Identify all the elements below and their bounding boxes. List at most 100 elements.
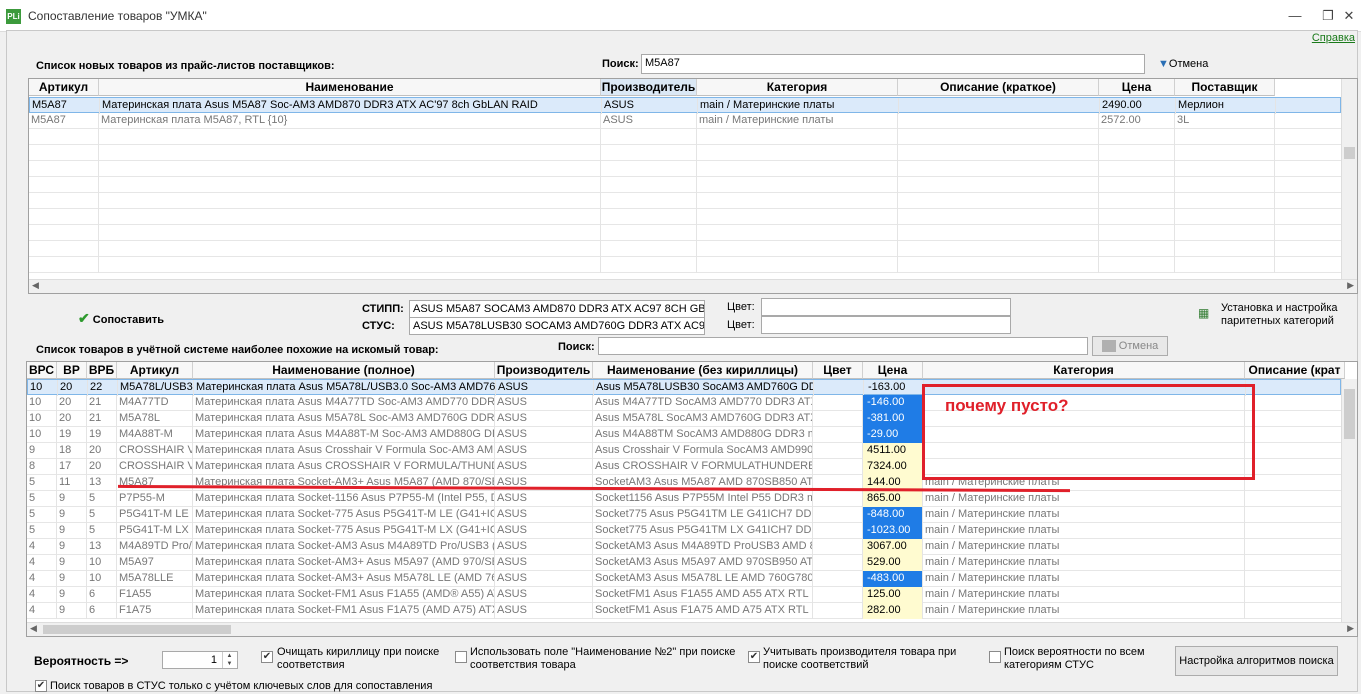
table-row[interactable] xyxy=(29,257,1341,273)
table-row[interactable] xyxy=(29,209,1341,225)
table-cell xyxy=(697,161,898,177)
bottom-cancel-button[interactable]: Отмена xyxy=(1092,336,1168,356)
table-row[interactable]: 4 9 13 M4A89TD Pro/U Материнская плата Socke… xyxy=(27,539,1345,555)
table-cell xyxy=(1175,161,1275,177)
scroll-right-icon[interactable]: ▶ xyxy=(1347,623,1354,634)
match-button[interactable]: ✔ Сопоставить xyxy=(78,310,164,327)
similar-items-hscroll-thumb[interactable] xyxy=(43,625,231,634)
column-header[interactable]: Поставщик xyxy=(1175,79,1275,96)
table-cell xyxy=(601,177,697,193)
table-cell: Asus M5A78LUSB30 SocAM3 AMD760G DDR3 xyxy=(594,380,814,396)
table-row[interactable] xyxy=(29,177,1341,193)
table-row[interactable] xyxy=(29,193,1341,209)
table-cell: 9 xyxy=(57,571,87,587)
table-cell: 17 xyxy=(57,459,87,475)
table-cell: P5G41T-M LE xyxy=(117,507,193,523)
table-row[interactable] xyxy=(29,225,1341,241)
price-cell: -381.00 xyxy=(863,411,923,427)
table-cell xyxy=(601,209,697,225)
table-cell: M5A78LLE xyxy=(117,571,193,587)
use-name2-checkbox[interactable] xyxy=(455,651,467,663)
stipp-field[interactable]: ASUS M5A87 SOCAM3 AMD870 DDR3 ATX AC97 8… xyxy=(409,300,705,318)
column-header[interactable]: Наименование xyxy=(99,79,601,96)
column-header[interactable]: Производитель xyxy=(601,79,697,96)
spinner-arrows-icon[interactable]: ▲ ▼ xyxy=(222,652,236,668)
table-row[interactable]: M5A87 Материнская плата Asus M5A87 Soc-AM… xyxy=(29,97,1341,114)
column-header[interactable]: ВРБ xyxy=(87,362,117,379)
keywords-only-checkbox[interactable]: ✔ xyxy=(35,680,47,692)
price-cell: -29.00 xyxy=(863,427,923,443)
new-items-vscroll[interactable] xyxy=(1341,79,1357,279)
similar-items-vscroll-thumb[interactable] xyxy=(1344,389,1355,439)
top-cancel-button[interactable]: ▼Отмена xyxy=(1158,58,1208,70)
close-button[interactable]: ✕ xyxy=(1334,6,1361,26)
table-cell: CROSSHAIR V F xyxy=(117,459,193,475)
column-header[interactable]: Артикул xyxy=(117,362,193,379)
table-cell xyxy=(697,225,898,241)
top-search-input[interactable]: M5A87 xyxy=(641,54,1145,74)
color-field-1[interactable] xyxy=(761,298,1011,316)
table-cell xyxy=(813,507,863,523)
column-header[interactable]: ВРС xyxy=(27,362,57,379)
table-cell: 5 xyxy=(27,475,57,491)
scroll-left-icon[interactable]: ◀ xyxy=(32,280,39,291)
column-header[interactable]: Описание (краткое) xyxy=(898,79,1099,96)
table-row[interactable]: 4 9 6 F1A55 Материнская плата Socket-FM1 Asu… xyxy=(27,587,1345,603)
table-cell xyxy=(29,241,99,257)
color-field-2[interactable] xyxy=(761,316,1011,334)
table-cell xyxy=(813,491,863,507)
column-header[interactable]: ВР xyxy=(57,362,87,379)
table-cell: SocketAM3 Asus M5A97 AMD 970SB950 ATX F xyxy=(593,555,813,571)
similar-items-vscroll[interactable] xyxy=(1341,379,1357,622)
table-cell xyxy=(29,161,99,177)
table-row[interactable] xyxy=(29,161,1341,177)
table-cell: ASUS xyxy=(495,443,593,459)
table-cell: Материнская плата Socket-775 Asus P5G41T… xyxy=(193,523,495,539)
table-row[interactable]: 5 9 5 P5G41T-M LE Материнская плата Socket-7… xyxy=(27,507,1345,523)
table-cell: Материнская плата Asus Crosshair V Formu… xyxy=(193,443,495,459)
column-header[interactable]: Цена xyxy=(1099,79,1175,96)
column-header[interactable]: Описание (крат xyxy=(1245,362,1345,379)
table-cell: ASUS xyxy=(495,555,593,571)
column-header[interactable]: Наименование (без кириллицы) xyxy=(593,362,813,379)
table-row[interactable] xyxy=(29,145,1341,161)
similar-items-hscroll[interactable]: ◀ ▶ xyxy=(27,622,1357,636)
price-cell: 282.00 xyxy=(863,603,923,619)
table-cell xyxy=(1245,443,1345,459)
new-items-grid[interactable]: Артикул Наименование Производитель Категори… xyxy=(28,78,1358,294)
table-row[interactable]: 5 9 5 P5G41T-M LX Материнская плата Socket-7… xyxy=(27,523,1345,539)
table-cell: Asus M5A78L SocAM3 AMD760G DDR3 ATX A xyxy=(593,411,813,427)
minimize-button[interactable]: — xyxy=(1280,6,1310,26)
table-cell: ASUS xyxy=(495,507,593,523)
table-row[interactable]: 4 9 10 M5A97 Материнская плата Socket-AM3+ A… xyxy=(27,555,1345,571)
column-header[interactable]: Артикул xyxy=(29,79,99,96)
column-header[interactable]: Категория xyxy=(697,79,898,96)
help-link[interactable]: Справка xyxy=(1312,32,1355,44)
table-row[interactable]: M5A87 Материнская плата M5A87, RTL {10} AS… xyxy=(29,113,1341,129)
table-row[interactable] xyxy=(29,129,1341,145)
new-items-vscroll-thumb[interactable] xyxy=(1344,147,1355,159)
column-header[interactable]: Наименование (полное) xyxy=(193,362,495,379)
table-row[interactable]: 4 9 6 F1A75 Материнская плата Socket-FM1 Asu… xyxy=(27,603,1345,619)
column-header[interactable]: Производитель xyxy=(495,362,593,379)
table-cell: Socket775 Asus P5G41TM LE G41ICH7 DDR3 m xyxy=(593,507,813,523)
column-header[interactable]: Цена xyxy=(863,362,923,379)
column-header[interactable]: Категория xyxy=(923,362,1245,379)
table-cell: 5 xyxy=(27,491,57,507)
stus-field[interactable]: ASUS M5A78LUSB30 SOCAM3 AMD760G DDR3 ATX… xyxy=(409,317,705,335)
table-row[interactable]: 5 9 5 P7P55-M Материнская плата Socket-1156 … xyxy=(27,491,1345,507)
bottom-search-input[interactable] xyxy=(598,337,1088,355)
table-cell: 10 xyxy=(28,380,58,396)
table-cell xyxy=(813,603,863,619)
all-categories-checkbox[interactable] xyxy=(989,651,1001,663)
table-row[interactable]: 4 9 10 M5A78LLE Материнская плата Socket-AM3… xyxy=(27,571,1345,587)
search-algorithms-button[interactable]: Настройка алгоритмов поиска xyxy=(1175,646,1338,676)
consider-manufacturer-checkbox[interactable]: ✔ xyxy=(748,651,760,663)
scroll-left-icon[interactable]: ◀ xyxy=(30,623,37,634)
clear-cyrillic-checkbox[interactable]: ✔ xyxy=(261,651,273,663)
scroll-right-icon[interactable]: ▶ xyxy=(1347,280,1354,291)
column-header[interactable]: Цвет xyxy=(813,362,863,379)
table-cell xyxy=(697,241,898,257)
new-items-hscroll[interactable]: ◀ ▶ xyxy=(29,279,1357,293)
table-row[interactable] xyxy=(29,241,1341,257)
